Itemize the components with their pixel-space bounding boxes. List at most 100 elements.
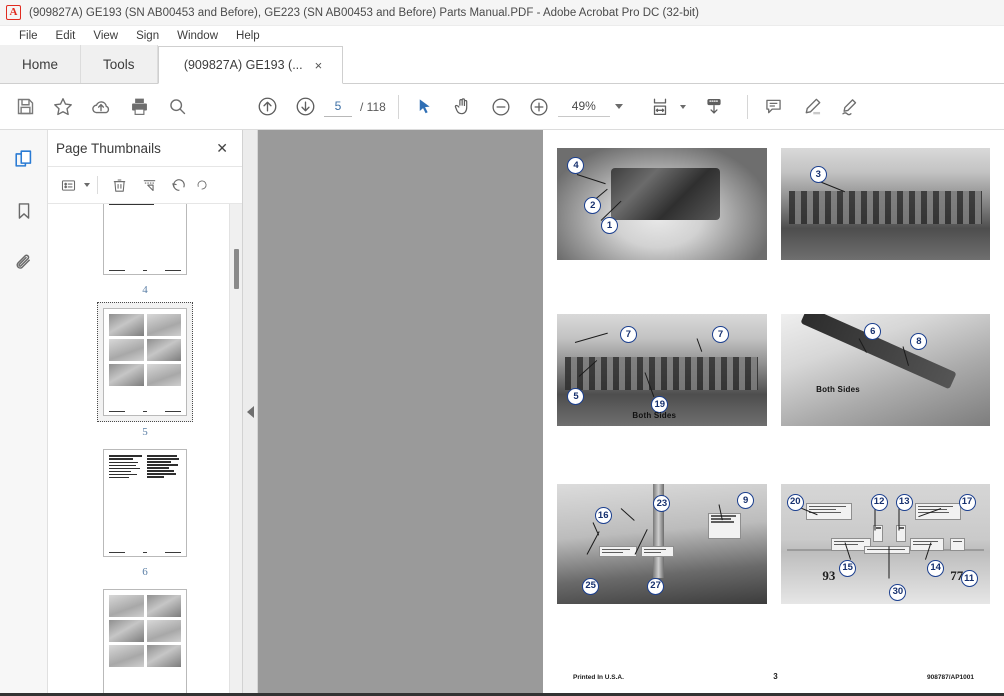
options-chevron-icon[interactable] — [84, 183, 90, 187]
thumbnail-frame[interactable] — [98, 584, 192, 693]
panel-splitter[interactable] — [243, 130, 258, 693]
thumbnail-item[interactable]: 6 — [98, 444, 192, 578]
toolbar-separator — [397, 94, 399, 119]
thumbnail-page-label: 6 — [142, 566, 148, 578]
print-icon[interactable] — [120, 88, 158, 126]
rotate-clockwise-icon[interactable] — [195, 172, 209, 198]
work-area: Page Thumbnails ✕ 4 5 6 4 2 1 3 7 7 5 19… — [0, 130, 1004, 693]
thumbnail-item[interactable] — [98, 584, 192, 693]
document-page-footer: Printed In U.S.A. 3 908787/AP1001 — [557, 672, 990, 693]
thumbnail-frame[interactable] — [98, 444, 192, 562]
fit-page-icon[interactable] — [641, 88, 679, 126]
thumbnails-scrollbar-thumb[interactable] — [234, 249, 239, 289]
save-file-icon[interactable] — [6, 88, 44, 126]
select-cursor-icon[interactable] — [406, 88, 444, 126]
document-viewer[interactable]: 4 2 1 3 7 7 5 19 Both Sides 6 8 Both Sid… — [258, 130, 1004, 693]
collapse-panel-arrow-icon[interactable] — [246, 405, 254, 418]
previous-page-icon[interactable] — [248, 88, 286, 126]
footer-page-number: 3 — [773, 672, 778, 681]
thumbnail-preview-page-6 — [103, 449, 187, 557]
chevron-down-icon[interactable] — [614, 104, 623, 109]
callout-30: 30 — [889, 583, 907, 601]
rail-attachments[interactable] — [7, 246, 41, 280]
leader-line — [874, 508, 875, 531]
tab-document[interactable]: (909827A) GE193 (... × — [157, 46, 343, 84]
menu-item-file[interactable]: File — [10, 28, 47, 44]
figure-row-2: 7 7 5 19 Both Sides 6 8 Both Sides — [557, 314, 990, 426]
thumbnails-scrollbar-track[interactable] — [229, 204, 242, 693]
extract-pages-icon[interactable] — [135, 172, 163, 198]
hand-pan-icon[interactable] — [444, 88, 482, 126]
menu-item-help[interactable]: Help — [227, 28, 269, 44]
thumbnails-scroll-area[interactable]: 4 5 6 — [48, 204, 242, 693]
thumb-toolbar-separator — [97, 176, 98, 194]
zoom-in-icon[interactable] — [520, 88, 558, 126]
thumbnail-frame-selected[interactable] — [97, 302, 193, 422]
decal — [707, 512, 742, 540]
add-to-favorites-icon[interactable] — [44, 88, 82, 126]
page-thumbnails-panel: Page Thumbnails ✕ 4 5 6 — [48, 130, 243, 693]
figure-row-3: 23 9 16 25 27 20 12 13 17 15 14 11 30 93… — [557, 484, 990, 604]
thumbnails-list: 4 5 6 — [48, 204, 242, 693]
read-mode-icon[interactable] — [695, 88, 733, 126]
thumbnail-preview-page-7 — [103, 589, 187, 693]
window-title: (909827A) GE193 (SN AB00453 and Before),… — [29, 6, 699, 19]
upload-cloud-icon[interactable] — [82, 88, 120, 126]
thumbnail-page-label: 5 — [142, 426, 148, 438]
tab-document-label: (909827A) GE193 (... — [183, 58, 303, 72]
rail-bookmarks[interactable] — [7, 194, 41, 228]
fig-engine-compartment: 4 2 1 — [557, 148, 767, 260]
close-icon[interactable]: × — [315, 59, 323, 72]
decal — [864, 546, 911, 554]
menu-item-window[interactable]: Window — [168, 28, 227, 44]
thumbnail-item-selected[interactable]: 5 — [97, 302, 193, 438]
fig-operator-station: 23 9 16 25 27 — [557, 484, 767, 604]
callout-3: 3 — [809, 165, 827, 183]
fill-and-sign-icon[interactable] — [831, 88, 869, 126]
thumbnails-panel-title: Page Thumbnails — [56, 140, 161, 156]
add-comment-icon[interactable] — [755, 88, 793, 126]
footer-part-number: 908787/AP1001 — [927, 674, 974, 681]
tab-tools[interactable]: Tools — [81, 45, 158, 83]
decal — [640, 546, 675, 558]
fig-track-assembly: 7 7 5 19 Both Sides — [557, 314, 767, 426]
menu-item-view[interactable]: View — [84, 28, 127, 44]
menu-item-sign[interactable]: Sign — [127, 28, 168, 44]
page-number-input[interactable] — [324, 96, 352, 117]
thumbnails-toolbar — [48, 166, 242, 204]
search-icon[interactable] — [158, 88, 196, 126]
fit-page-chevron-icon[interactable] — [679, 104, 686, 109]
menu-bar: File Edit View Sign Window Help — [0, 26, 1004, 46]
callout-20: 20 — [786, 493, 804, 511]
photo-boom-arm — [780, 314, 990, 426]
figure-note-both-sides: Both Sides — [816, 385, 860, 394]
zoom-level-input[interactable] — [557, 96, 610, 117]
acrobat-icon: A — [6, 5, 21, 20]
decal — [598, 546, 637, 558]
thumbnail-page-label: 4 — [142, 284, 148, 296]
panel-label-77: 77 — [950, 568, 964, 583]
rail-page-thumbnails[interactable] — [7, 142, 41, 176]
decal — [914, 503, 961, 520]
highlight-text-icon[interactable] — [793, 88, 831, 126]
options-list-icon[interactable] — [54, 172, 82, 198]
fig-decal-panel: 20 12 13 17 15 14 11 30 93 77 — [780, 484, 990, 604]
callout-16: 16 — [594, 506, 612, 524]
thumbnail-item[interactable]: 4 — [98, 204, 192, 296]
thumbnail-frame[interactable] — [98, 204, 192, 280]
zoom-out-icon[interactable] — [482, 88, 520, 126]
menu-item-edit[interactable]: Edit — [47, 28, 85, 44]
tab-bar: Home Tools (909827A) GE193 (... × — [0, 45, 1004, 84]
delete-pages-icon[interactable] — [105, 172, 133, 198]
navigation-rail — [0, 130, 48, 693]
document-page: 4 2 1 3 7 7 5 19 Both Sides 6 8 Both Sid… — [543, 130, 1004, 693]
tab-home[interactable]: Home — [0, 45, 82, 83]
next-page-icon[interactable] — [286, 88, 324, 126]
close-icon[interactable]: ✕ — [216, 141, 228, 155]
decal — [895, 524, 907, 542]
callout-13: 13 — [895, 493, 913, 511]
decal — [950, 538, 965, 552]
thumbnail-preview-page-5 — [103, 308, 187, 416]
rotate-counterclockwise-icon[interactable] — [165, 172, 193, 198]
panel-label-93: 93 — [822, 568, 836, 583]
